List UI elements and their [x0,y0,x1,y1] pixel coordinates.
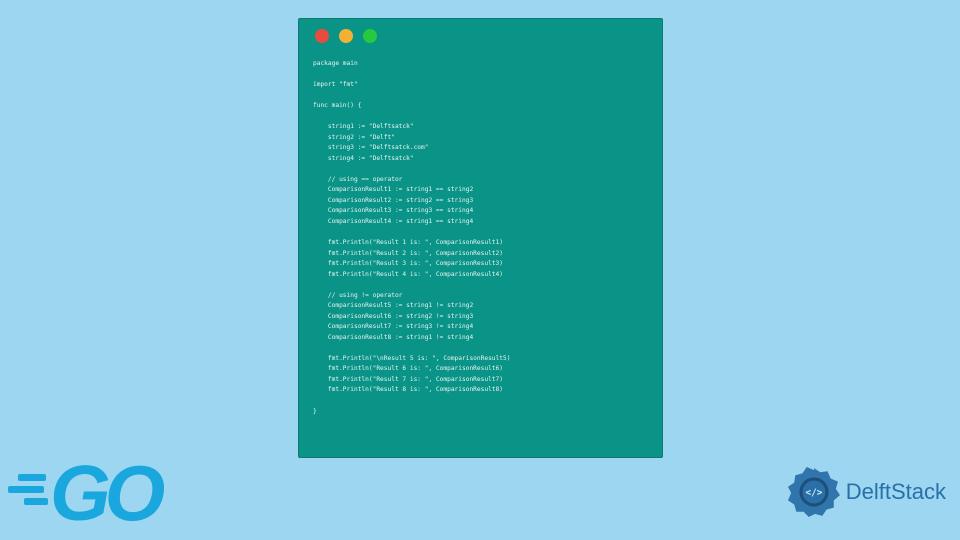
go-logo: GO [10,454,200,526]
go-speed-line-icon [18,474,46,481]
maximize-icon [363,29,377,43]
window-titlebar [299,19,662,53]
delftstack-logo-text: DelftStack [846,479,946,505]
code-window: package main import "fmt" func main() { … [298,18,663,458]
close-icon [315,29,329,43]
go-speed-line-icon [8,486,44,493]
code-tag-icon: </> [805,488,822,499]
delftstack-logo: </> DelftStack [788,466,946,518]
go-speed-line-icon [24,498,48,505]
minimize-icon [339,29,353,43]
go-logo-text: GO [50,448,159,539]
code-block: package main import "fmt" func main() { … [299,53,662,457]
delftstack-gear-icon: </> [788,466,840,518]
